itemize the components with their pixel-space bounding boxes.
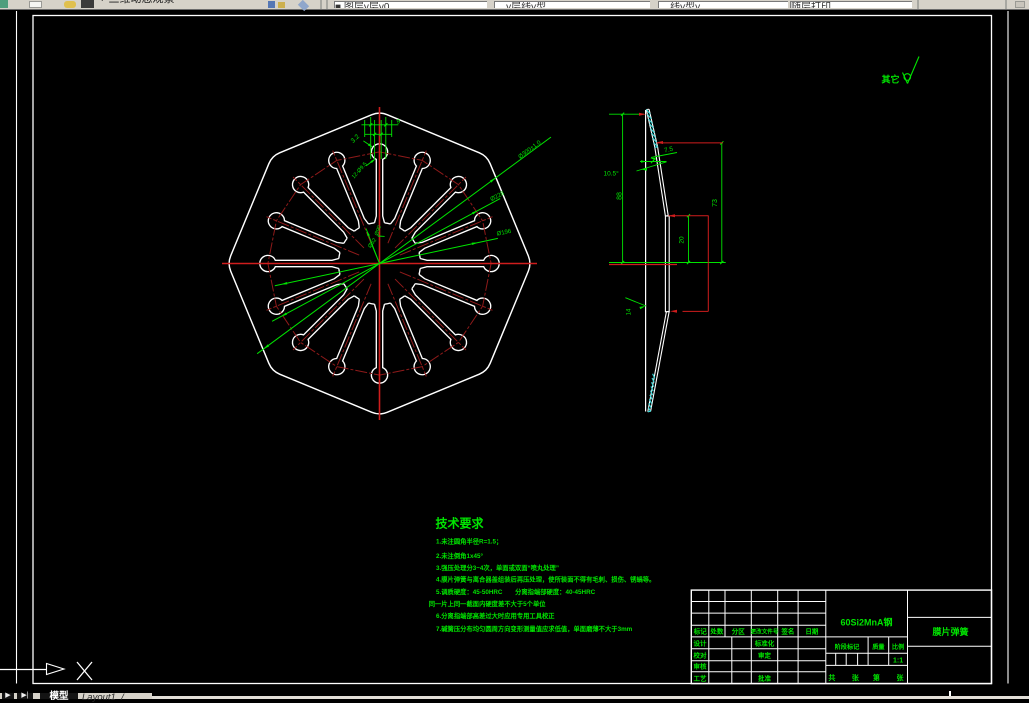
svg-text:处数: 处数 (709, 627, 724, 636)
svg-text:14: 14 (627, 308, 633, 315)
svg-text:4.膜片弹簧与离合器盖组装后再压处理，使所装面不得有毛刺、损: 4.膜片弹簧与离合器盖组装后再压处理，使所装面不得有毛刺、损伤、锈蝸等。 (436, 574, 655, 583)
svg-text:同一片上同一截面内硬度差不大于5个单位: 同一片上同一截面内硬度差不大于5个单位 (429, 599, 547, 608)
svg-text:比例: 比例 (892, 643, 904, 651)
svg-text:阶段标记: 阶段标记 (835, 643, 861, 651)
svg-text:73: 73 (712, 199, 719, 207)
svg-text:20: 20 (679, 236, 686, 244)
svg-text:Ø90: Ø90 (374, 225, 383, 237)
svg-text:Ø196: Ø196 (496, 229, 512, 238)
svg-text:校对: 校对 (694, 651, 708, 660)
svg-text:88: 88 (617, 192, 624, 200)
svg-text:5.调质硬度：45-50HRC 分离指端部硬度：40-45: 5.调质硬度：45-50HRC 分离指端部硬度：40-45HRC (436, 587, 596, 596)
svg-text:工艺: 工艺 (694, 674, 708, 683)
svg-text:3.强压处理分3~4次，单面或双面“喷丸处理”: 3.强压处理分3~4次，单面或双面“喷丸处理” (436, 563, 559, 572)
svg-text:Ø52: Ø52 (367, 237, 378, 249)
svg-text:批准: 批准 (758, 674, 772, 683)
svg-text:更改文件号: 更改文件号 (751, 628, 779, 636)
svg-text:技术要求: 技术要求 (436, 516, 485, 531)
svg-text:分区: 分区 (732, 627, 746, 636)
svg-text:审核: 审核 (694, 662, 708, 671)
svg-text:12-Ø9.5: 12-Ø9.5 (351, 161, 369, 180)
svg-text:张: 张 (897, 673, 905, 682)
svg-text:共: 共 (828, 673, 835, 682)
svg-text:60Si2MnA钢: 60Si2MnA钢 (840, 617, 892, 628)
svg-text:10.5°: 10.5° (604, 170, 620, 178)
svg-text:7.碱簧压分布均匀圆周方向变形测量值应求低值，单面磨薄不大于: 7.碱簧压分布均匀圆周方向变形测量值应求低值，单面磨薄不大于3mm (436, 624, 633, 633)
svg-text:第: 第 (873, 673, 880, 682)
svg-text:日期: 日期 (805, 627, 819, 636)
svg-text:张: 张 (852, 673, 860, 682)
svg-text:6.分离指端部高差过大时应用专用工具校正: 6.分离指端部高差过大时应用专用工具校正 (436, 611, 555, 620)
svg-text:1.未注圆角半径R=1.5；: 1.未注圆角半径R=1.5； (436, 537, 502, 546)
svg-text:Ø228: Ø228 (490, 190, 506, 203)
svg-text:2.未注倒角1x45°: 2.未注倒角1x45° (436, 551, 483, 560)
svg-text:标记: 标记 (693, 627, 708, 636)
svg-text:审定: 审定 (758, 651, 772, 660)
svg-text:质量: 质量 (872, 643, 885, 651)
svg-text:9: 9 (397, 119, 401, 126)
svg-text:膜片弹簧: 膜片弹簧 (931, 626, 968, 637)
svg-text:Ø300±1.0: Ø300±1.0 (518, 140, 543, 161)
svg-text:设计: 设计 (694, 639, 708, 648)
svg-text:3.2: 3.2 (350, 133, 362, 145)
svg-text:1:1: 1:1 (893, 658, 903, 665)
svg-text:其它: 其它 (882, 74, 900, 85)
svg-text:签名: 签名 (780, 627, 794, 636)
svg-text:标准化: 标准化 (754, 639, 775, 648)
